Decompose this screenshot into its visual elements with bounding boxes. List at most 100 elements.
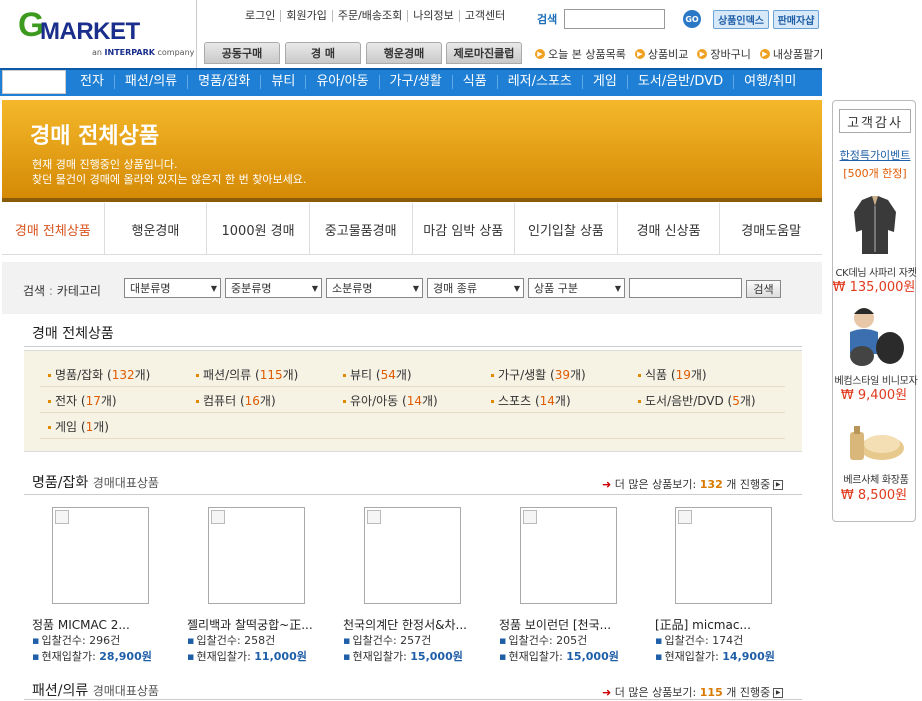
product-price: ▪ 현재입찰가: 14,900원: [655, 650, 775, 663]
product-image[interactable]: [208, 507, 305, 604]
tab-zero-margin-club[interactable]: 제로마진클럽: [446, 42, 522, 64]
cat-beauty[interactable]: 뷰티: [260, 75, 305, 89]
subtab-help[interactable]: 경매도움말: [720, 203, 822, 255]
arrow-icon: ▶: [535, 49, 545, 59]
product-price: ▪ 현재입찰가: 15,000원: [343, 650, 463, 663]
filter-keyword-input[interactable]: [629, 278, 742, 298]
cat-count-item[interactable]: 도서/음반/DVD (5개): [638, 392, 756, 409]
subtab-closing[interactable]: 마감 임박 상품: [413, 203, 516, 255]
select-major-category[interactable]: 대분류명: [124, 278, 221, 298]
tab-auction[interactable]: 경 매: [285, 42, 361, 64]
cat-count-item[interactable]: 전자 (17개): [48, 392, 117, 409]
side-event-title[interactable]: 한정특가이벤트: [833, 147, 917, 163]
section-divider: [24, 494, 802, 495]
banner-stripe: [2, 198, 822, 202]
cat-furniture[interactable]: 가구/생활: [378, 75, 452, 89]
cat-kids[interactable]: 유아/아동: [305, 75, 378, 89]
side-event-sub: [500개 한정]: [843, 167, 907, 180]
product-name[interactable]: [正品] micmac...: [655, 616, 751, 633]
cat-travel[interactable]: 여행/취미: [733, 75, 806, 89]
arrow-icon: ▶: [697, 49, 708, 59]
product-name[interactable]: 정품 보이런던 [천국...: [499, 616, 611, 633]
cat-count-item[interactable]: 명품/잡화 (132개): [48, 366, 150, 383]
product-image[interactable]: [364, 507, 461, 604]
subtab-1000[interactable]: 1000원 경매: [207, 203, 310, 255]
banner-title: 경매 전체상품: [30, 124, 160, 149]
grid-row-line: [40, 386, 785, 387]
sell-link[interactable]: ▶ 내상품팔기: [759, 46, 823, 62]
cosmetics-image[interactable]: [842, 412, 908, 468]
beanie-image[interactable]: [842, 298, 908, 368]
cat-books[interactable]: 도서/음반/DVD: [626, 75, 733, 89]
select-product-type[interactable]: 상품 구분: [528, 278, 625, 298]
customer-center-link[interactable]: 고객센터: [458, 10, 510, 22]
cat-count-item[interactable]: 패션/의류 (115개): [196, 366, 298, 383]
subtab-new[interactable]: 경매 신상품: [618, 203, 721, 255]
banner-line1: 현재 경매 진행중인 상품입니다.: [32, 158, 178, 171]
cat-count-item[interactable]: 유아/아동 (14개): [343, 392, 438, 409]
product-name[interactable]: 젤리백과 찰떡궁합~正...: [187, 616, 313, 633]
cat-electronics[interactable]: 전자: [68, 75, 114, 89]
cat-game[interactable]: 게임: [581, 75, 627, 89]
select-auction-type[interactable]: 경매 종류: [427, 278, 524, 298]
signup-link[interactable]: 회원가입: [280, 10, 331, 22]
product-price: ▪ 현재입찰가: 11,000원: [187, 650, 307, 663]
broken-image: [2, 70, 66, 94]
gmarket-logo[interactable]: G MARKET an INTERPARK company: [18, 6, 194, 63]
all-section-title: 경매 전체상품: [32, 326, 114, 342]
tab-lucky-auction[interactable]: 행운경매: [366, 42, 442, 64]
cat-food[interactable]: 식품: [451, 75, 497, 89]
search-go-button[interactable]: GO: [683, 10, 701, 28]
cat-luxury[interactable]: 명품/잡화: [187, 75, 260, 89]
product-bid-count: ▪ 입찰건수: 174건: [655, 634, 744, 647]
side-item-price: ₩ 9,400원: [840, 388, 908, 403]
auction-subtabs: 경매 전체상품 행운경매 1000원 경매 중고물품경매 마감 임박 상품 인기…: [2, 203, 822, 255]
product-price: ▪ 현재입찰가: 28,900원: [32, 650, 152, 663]
cat-count-item[interactable]: 스포츠 (14개): [491, 392, 571, 409]
compare-link[interactable]: ▶ 상품비교: [634, 46, 688, 62]
subtab-used[interactable]: 중고물품경매: [310, 203, 413, 255]
subtab-all[interactable]: 경매 전체상품: [2, 203, 105, 255]
recent-viewed-link[interactable]: ▶ 오늘 본 상품목록: [535, 46, 626, 62]
play-icon: ▶: [773, 688, 784, 698]
cat-count-item[interactable]: 컴퓨터 (16개): [196, 392, 276, 409]
product-image[interactable]: [520, 507, 617, 604]
cat-count-item[interactable]: 가구/생활 (39개): [491, 366, 586, 383]
jacket-image[interactable]: [842, 192, 908, 258]
seller-shop-button[interactable]: 판매자샵: [773, 10, 819, 29]
fashion-more-link[interactable]: ➜ 더 많은 상품보기: 115 개 진행중 ▶: [602, 684, 784, 700]
subtab-popular[interactable]: 인기입찰 상품: [515, 203, 618, 255]
cart-link[interactable]: ▶ 장바구니: [697, 46, 751, 62]
subtab-lucky[interactable]: 행운경매: [105, 203, 208, 255]
cat-count-item[interactable]: 식품 (19개): [638, 366, 707, 383]
product-name[interactable]: 정품 MICMAC 2...: [32, 616, 130, 633]
cat-count-item[interactable]: 뷰티 (54개): [343, 366, 412, 383]
select-minor-category[interactable]: 소분류명: [326, 278, 423, 298]
product-image[interactable]: [52, 507, 149, 604]
login-link[interactable]: 로그인: [240, 10, 280, 22]
quick-links: ▶ 오늘 본 상품목록 ▶ 상품비교 ▶ 장바구니 ▶ 내상품팔기: [535, 46, 832, 62]
cat-fashion[interactable]: 패션/의류: [113, 75, 187, 89]
category-menu: 전자 패션/의류 명품/잡화 뷰티 유아/아동 가구/생활 식품 레저/스포츠 …: [68, 68, 806, 96]
search-input[interactable]: [564, 9, 665, 29]
arrow-icon: ▶: [634, 49, 645, 59]
order-tracking-link[interactable]: 주문/배송조회: [331, 10, 407, 22]
arrow-icon: ➜: [602, 478, 612, 491]
cat-leisure[interactable]: 레저/스포츠: [496, 75, 582, 89]
product-image[interactable]: [675, 507, 772, 604]
tab-group-buy[interactable]: 공동구매: [204, 42, 280, 64]
select-mid-category[interactable]: 중분류명: [225, 278, 322, 298]
luxury-more-link[interactable]: ➜ 더 많은 상품보기: 132 개 진행중 ▶: [602, 476, 784, 492]
product-index-button[interactable]: 상품인덱스: [713, 10, 769, 29]
my-info-link[interactable]: 나의정보: [407, 10, 458, 22]
filter-search-button[interactable]: 검색: [746, 280, 781, 298]
product-name[interactable]: 천국의계단 한정서&차...: [343, 616, 467, 633]
product-bid-count: ▪ 입찰건수: 257건: [343, 634, 432, 647]
side-item-price: ₩ 135,000원: [832, 280, 916, 295]
cat-count-item[interactable]: 게임 (1개): [48, 418, 109, 435]
header-divider: [196, 0, 197, 68]
grid-row-line: [40, 412, 785, 413]
search-label: 검색: [537, 13, 558, 26]
luxury-section-title: 명품/잡화 경매대표상품: [32, 475, 159, 491]
product-bid-count: ▪ 입찰건수: 296건: [32, 634, 121, 647]
